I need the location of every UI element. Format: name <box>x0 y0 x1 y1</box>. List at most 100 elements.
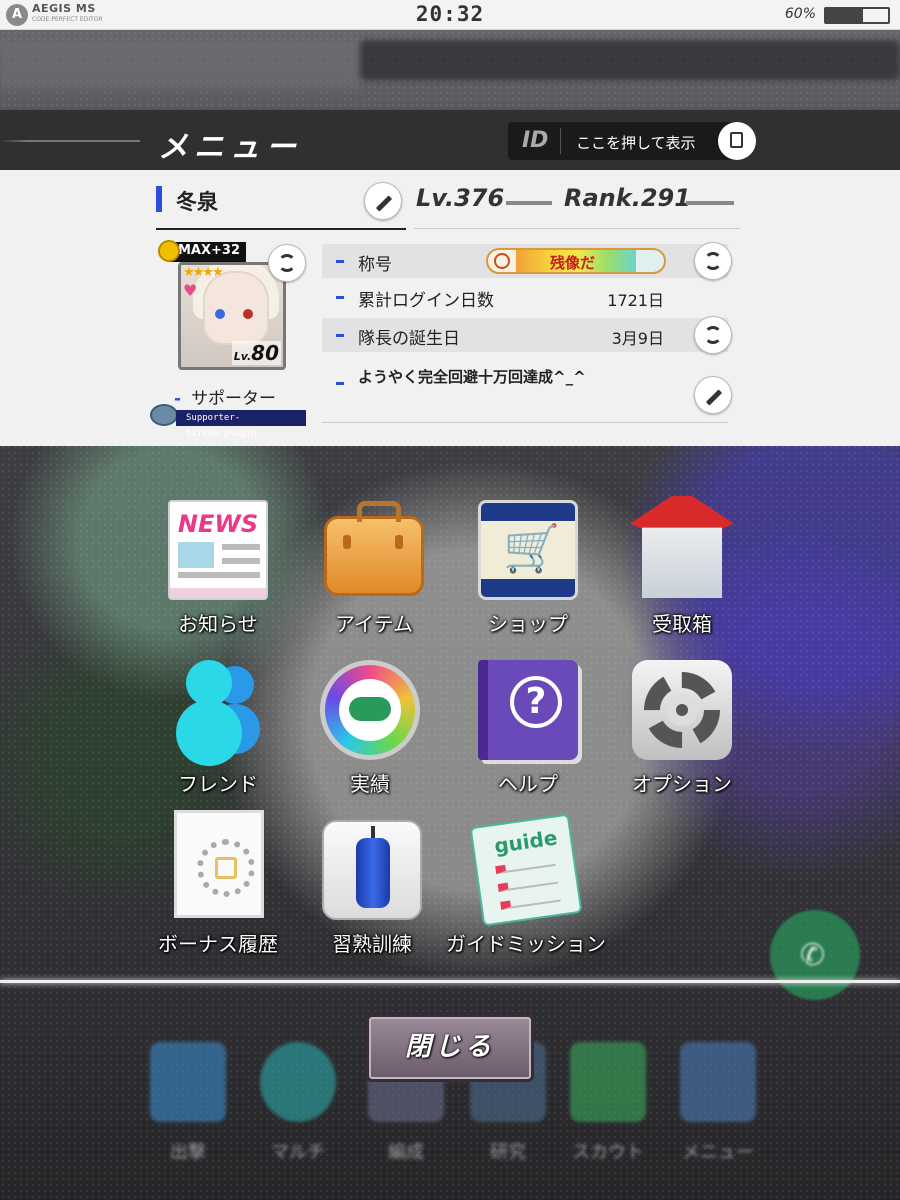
nav-item-menu: メニュー <box>670 1032 766 1192</box>
heart-icon: ♥ <box>183 281 198 300</box>
player-rank: Rank.291 <box>564 184 691 212</box>
name-accent-bar <box>156 186 162 212</box>
menu-header: メニュー ID ここを押して表示 <box>0 108 900 170</box>
nav-item-label: 研究 <box>490 1142 526 1163</box>
dash-icon <box>336 260 344 263</box>
info-value: 3月9日 <box>611 329 664 348</box>
gear-icon <box>632 660 732 760</box>
character-eye-right <box>243 309 253 319</box>
change-title-button[interactable] <box>694 242 732 280</box>
supporter-label: - サポーター <box>174 384 276 409</box>
news-icon: NEWS <box>168 500 268 600</box>
edit-name-button[interactable] <box>364 182 402 220</box>
friends-icon <box>168 660 268 760</box>
background-resource-bar <box>360 40 900 80</box>
max-tag-text: MAX+32 <box>178 243 241 258</box>
nav-item-icon <box>680 1042 756 1122</box>
info-row-title: 称号 残像だ <box>322 244 728 278</box>
comment-underline <box>322 422 728 423</box>
title-badge: 残像だ <box>486 248 666 274</box>
plugin-name: Supporter-SITARA.plugin <box>176 410 306 439</box>
card-level-prefix: Lv. <box>233 350 252 363</box>
menu-item-inbox[interactable]: 受取箱 <box>602 496 762 650</box>
change-supporter-button[interactable] <box>268 244 306 282</box>
card-level-value: 80 <box>251 341 279 365</box>
nav-item-label: マルチ <box>271 1142 325 1163</box>
menu-item-options[interactable]: オプション <box>602 660 762 810</box>
close-button-label: 閉じる <box>404 1032 495 1062</box>
menu-divider <box>0 980 900 983</box>
menu-item-guide-mission[interactable]: guide ガイドミッション <box>446 813 606 970</box>
player-name: 冬泉 <box>176 190 218 214</box>
supporter-card[interactable]: ★★★★ ♥ Lv.80 <box>178 262 286 370</box>
dash-icon <box>336 334 344 337</box>
profile-panel: 冬泉 Lv.376 Rank.291 MAX+32 ★★★★ ♥ Lv.80 -… <box>0 170 900 446</box>
player-level: Lv.376 <box>416 184 505 212</box>
clock: 20:32 <box>415 2 485 26</box>
question-mark-glyph: ? <box>510 676 562 728</box>
menu-item-label: 受取箱 <box>652 612 712 636</box>
gamepad-icon-inner <box>339 679 401 741</box>
refresh-icon <box>278 254 296 272</box>
profile-comment: ようやく完全回避十万回達成^_^ <box>358 368 586 386</box>
close-button[interactable]: 閉じる <box>366 1014 534 1082</box>
menu-item-achievements[interactable]: 実績 <box>290 660 450 810</box>
bonus-history-icon <box>174 810 264 918</box>
nav-item-label: 出撃 <box>170 1142 206 1163</box>
id-reveal-button[interactable]: ID ここを押して表示 <box>508 122 756 160</box>
title-badge-text: 残像だ <box>550 254 596 272</box>
guide-icon-line <box>497 875 559 892</box>
nav-item-label: 編成 <box>388 1142 424 1163</box>
info-label: 累計ログイン日数 <box>358 291 494 311</box>
news-icon-picture <box>178 542 214 568</box>
refresh-icon <box>704 326 722 344</box>
menu-item-label: ガイドミッション <box>446 932 606 956</box>
card-level: Lv.80 <box>231 341 281 365</box>
punching-bag-icon <box>322 820 422 920</box>
copy-id-button[interactable] <box>718 122 756 160</box>
rank-divider <box>686 201 734 205</box>
guide-icon-title: guide <box>492 825 559 859</box>
cart-glyph: 🛒 <box>503 521 561 575</box>
refresh-icon <box>704 252 722 270</box>
edit-comment-button[interactable] <box>694 376 732 414</box>
change-birthday-button[interactable] <box>694 316 732 354</box>
nav-item-multi: マルチ <box>250 1032 346 1192</box>
supporter-label-text: サポーター <box>191 389 277 409</box>
character-portrait <box>203 271 269 345</box>
phone-icon: ✆ <box>770 910 860 1000</box>
bonus-history-icon-core <box>215 857 237 879</box>
dash-icon <box>336 296 344 299</box>
info-label: 隊長の誕生日 <box>358 329 460 349</box>
friends-icon-person-front <box>186 660 232 706</box>
nav-item-label: メニュー <box>682 1142 754 1163</box>
header-line-left <box>0 140 140 142</box>
news-icon-line <box>222 558 260 564</box>
gamepad-icon-pad <box>349 697 391 721</box>
guide-icon-line <box>495 857 556 875</box>
badge-emblem-icon <box>494 253 510 269</box>
battery-icon <box>824 7 890 24</box>
punching-bag <box>356 838 390 908</box>
dash-icon <box>336 382 344 385</box>
gear-icon-teeth <box>644 672 720 748</box>
guide-clipboard-icon: guide <box>469 813 583 927</box>
name-underline <box>156 228 406 230</box>
background-blur-left <box>0 40 360 90</box>
pencil-icon <box>375 195 393 212</box>
medal-icon <box>158 240 180 262</box>
news-icon-line <box>178 572 260 578</box>
status-bar: A AEGIS MS CODE:PERFECT EDITOR 20:32 60% <box>0 0 900 30</box>
nav-item-icon <box>150 1042 226 1122</box>
shopping-cart-icon: 🛒 <box>478 500 578 600</box>
menu-item-label: オプション <box>632 772 732 796</box>
news-icon-line <box>222 544 260 550</box>
friends-icon-bubble <box>168 702 268 758</box>
rarity-stars: ★★★★ <box>183 265 224 280</box>
help-book-icon: ? <box>478 660 578 760</box>
id-reveal-text: ここを押して表示 <box>576 134 696 152</box>
info-value: 1721日 <box>607 291 664 310</box>
nav-item-icon <box>260 1042 336 1122</box>
id-separator <box>560 128 561 154</box>
plugin-icon <box>150 404 178 426</box>
